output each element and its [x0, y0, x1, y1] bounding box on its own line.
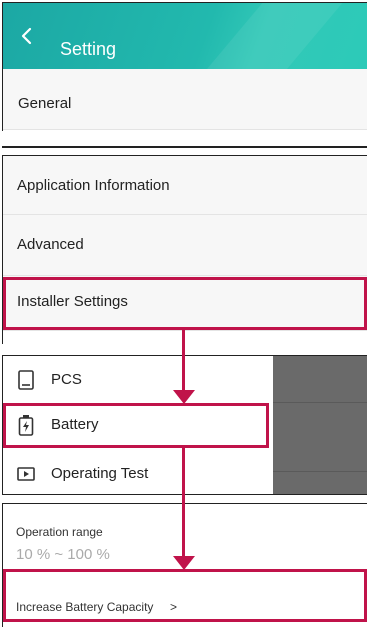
arrow-down-icon	[182, 448, 185, 558]
highlight-installer-settings	[3, 277, 367, 330]
setting-screen-top: Setting General	[2, 2, 367, 131]
settings-item-application-information[interactable]: Application Information	[3, 156, 367, 215]
drawer-overlay[interactable]	[273, 356, 367, 494]
overlay-divider	[273, 402, 367, 403]
settings-item-label: Advanced	[17, 236, 84, 253]
menu-item-operating-test[interactable]: Operating Test	[3, 450, 271, 494]
operation-range-label: Operation range	[16, 525, 103, 539]
arrow-head-icon	[172, 556, 195, 570]
chevron-left-icon[interactable]	[17, 25, 37, 47]
arrow-down-icon	[182, 330, 185, 390]
settings-item-general[interactable]: General	[3, 69, 367, 130]
operation-range-value: 10 % ~ 100 %	[16, 546, 110, 563]
app-header: Setting	[3, 3, 367, 83]
device-icon	[17, 370, 35, 390]
menu-item-pcs[interactable]: PCS	[3, 356, 271, 400]
settings-item-label: Application Information	[17, 177, 170, 194]
arrow-head-icon	[172, 390, 195, 404]
settings-item-advanced[interactable]: Advanced	[3, 215, 367, 276]
menu-item-label: Operating Test	[51, 465, 149, 482]
highlight-increase-battery-capacity	[3, 569, 367, 622]
menu-item-label: PCS	[51, 371, 82, 388]
play-icon	[17, 464, 35, 484]
highlight-battery	[3, 403, 269, 448]
panel-divider	[2, 146, 367, 148]
settings-item-label: General	[18, 95, 72, 112]
overlay-divider	[273, 471, 367, 472]
page-title: Setting	[60, 39, 117, 59]
